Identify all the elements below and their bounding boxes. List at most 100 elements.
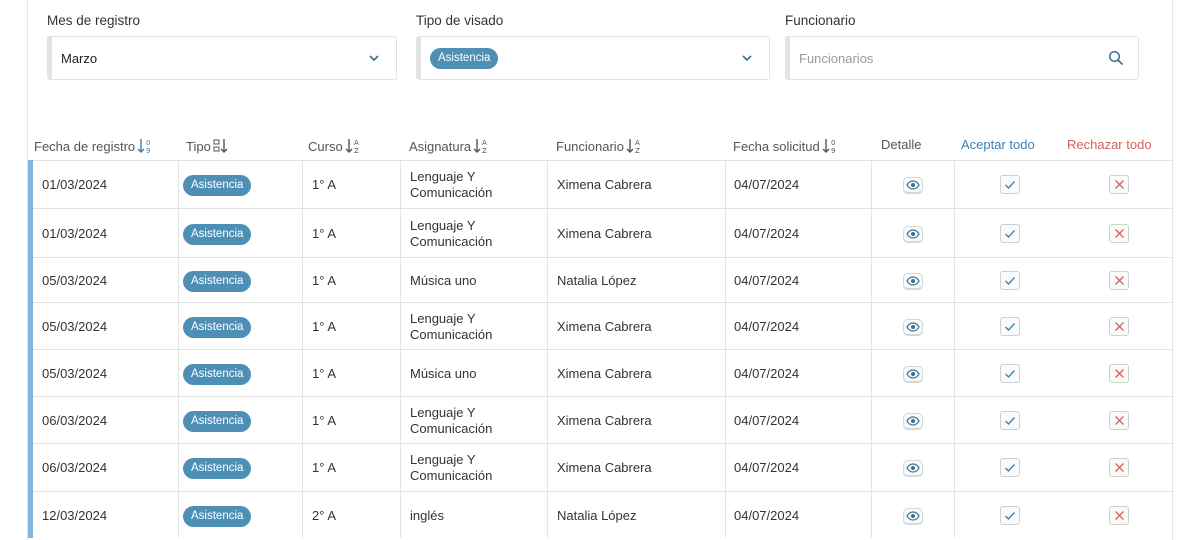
chevron-down-icon	[742, 55, 752, 62]
column-divider	[547, 492, 548, 538]
asignatura-line-2: Comunicación	[410, 234, 493, 249]
sort-numeric-icon[interactable]: 09	[137, 137, 153, 155]
reject-all-label: Rechazar todo	[1067, 137, 1152, 152]
header-detalle: Detalle	[881, 137, 921, 152]
reject-button[interactable]	[1109, 506, 1129, 525]
asignatura-line-1: Lenguaje Y	[410, 452, 476, 467]
cell-fecha-solicitud: 04/07/2024	[734, 366, 800, 381]
svg-text:0: 0	[831, 139, 835, 147]
cell-fecha-solicitud: 04/07/2024	[734, 413, 800, 428]
header-fecha-registro-label: Fecha de registro	[34, 138, 136, 154]
header-fecha-solicitud[interactable]: Fecha solicitud 09	[733, 137, 838, 156]
accept-button[interactable]	[1000, 175, 1020, 194]
header-asignatura[interactable]: Asignatura AZ	[409, 137, 489, 156]
table-row: 05/03/2024 Asistencia 1° A Lenguaje Y Comuni…	[28, 302, 1173, 349]
accept-button[interactable]	[1000, 224, 1020, 243]
column-divider	[871, 397, 872, 443]
column-divider	[400, 492, 401, 538]
reject-button[interactable]	[1109, 364, 1129, 383]
header-fecha-registro[interactable]: Fecha de registro 09	[34, 137, 153, 156]
accept-button[interactable]	[1000, 506, 1020, 525]
check-icon	[1005, 416, 1015, 425]
detail-button[interactable]	[903, 319, 923, 336]
month-select[interactable]: Marzo	[47, 36, 397, 80]
sort-alpha-icon[interactable]: AZ	[473, 137, 489, 155]
reject-button[interactable]	[1109, 458, 1129, 477]
cell-curso: 1° A	[312, 413, 336, 428]
header-fecha-solicitud-label: Fecha solicitud	[733, 138, 820, 154]
detail-button[interactable]	[903, 366, 923, 383]
eye-icon	[906, 463, 920, 473]
column-divider	[954, 209, 955, 257]
cell-curso: 1° A	[312, 273, 336, 288]
reject-button[interactable]	[1109, 224, 1129, 243]
cell-funcionario: Ximena Cabrera	[557, 319, 652, 334]
column-divider	[871, 350, 872, 396]
detail-button[interactable]	[903, 177, 923, 194]
accept-button[interactable]	[1000, 364, 1020, 383]
column-divider	[178, 209, 179, 257]
cell-fecha-solicitud: 04/07/2024	[734, 508, 800, 523]
tipo-chip: Asistencia	[183, 175, 252, 196]
column-divider	[302, 492, 303, 538]
reject-button[interactable]	[1109, 411, 1129, 430]
official-search-input[interactable]: Funcionarios	[785, 36, 1139, 80]
column-divider	[547, 258, 548, 302]
cell-curso: 1° A	[312, 366, 336, 381]
check-icon	[1005, 180, 1015, 189]
cell-funcionario: Ximena Cabrera	[557, 413, 652, 428]
table-row: 12/03/2024 Asistencia 2° A inglés Natalia Ló…	[28, 491, 1173, 538]
check-icon	[1005, 322, 1015, 331]
detail-button[interactable]	[903, 226, 923, 243]
header-curso[interactable]: Curso AZ	[308, 137, 361, 156]
cell-curso: 1° A	[312, 226, 336, 241]
column-divider	[302, 444, 303, 491]
detail-button[interactable]	[903, 460, 923, 477]
check-icon	[1005, 276, 1015, 285]
reject-button[interactable]	[1109, 175, 1129, 194]
visa-type-chip[interactable]: Asistencia	[430, 48, 499, 69]
table-row: 06/03/2024 Asistencia 1° A Lenguaje Y Comuni…	[28, 396, 1173, 443]
cell-asignatura: Lenguaje Y Comunicación	[410, 452, 492, 484]
visa-type-select[interactable]: Asistencia	[416, 36, 770, 80]
accept-button[interactable]	[1000, 271, 1020, 290]
asignatura-line-1: Lenguaje Y	[410, 218, 476, 233]
accept-all-button[interactable]: Aceptar todo	[961, 137, 1035, 152]
sort-alpha-icon[interactable]: AZ	[626, 137, 642, 155]
check-icon	[1005, 229, 1015, 238]
column-divider	[302, 161, 303, 208]
column-divider	[302, 209, 303, 257]
cell-funcionario: Natalia López	[557, 508, 637, 523]
eye-icon	[906, 180, 920, 190]
svg-text:A: A	[635, 139, 640, 147]
asignatura-line-2: Comunicación	[410, 421, 493, 436]
sort-numeric-icon[interactable]: 09	[822, 137, 838, 155]
header-tipo[interactable]: Tipo	[186, 137, 229, 155]
close-icon	[1114, 511, 1124, 520]
header-funcionario[interactable]: Funcionario AZ	[556, 137, 642, 156]
column-divider	[302, 350, 303, 396]
column-divider	[725, 397, 726, 443]
accept-button[interactable]	[1000, 411, 1020, 430]
asignatura-line-2: Comunicación	[410, 468, 493, 483]
reject-button[interactable]	[1109, 271, 1129, 290]
cell-asignatura: inglés	[410, 508, 444, 523]
detail-button[interactable]	[903, 413, 923, 430]
sort-alpha-icon[interactable]: AZ	[345, 137, 361, 155]
cell-curso: 1° A	[312, 460, 336, 475]
detail-button[interactable]	[903, 508, 923, 525]
column-divider	[302, 303, 303, 349]
column-divider	[954, 350, 955, 396]
accept-button[interactable]	[1000, 458, 1020, 477]
column-divider	[954, 303, 955, 349]
reject-all-button[interactable]: Rechazar todo	[1067, 137, 1152, 152]
asignatura-line-2: Comunicación	[410, 327, 493, 342]
search-icon[interactable]	[1108, 50, 1124, 66]
cell-funcionario: Ximena Cabrera	[557, 460, 652, 475]
accept-button[interactable]	[1000, 317, 1020, 336]
row-accent	[28, 396, 33, 443]
detail-button[interactable]	[903, 273, 923, 290]
sort-alpha-icon[interactable]	[213, 137, 229, 155]
reject-button[interactable]	[1109, 317, 1129, 336]
cell-curso: 2° A	[312, 508, 336, 523]
